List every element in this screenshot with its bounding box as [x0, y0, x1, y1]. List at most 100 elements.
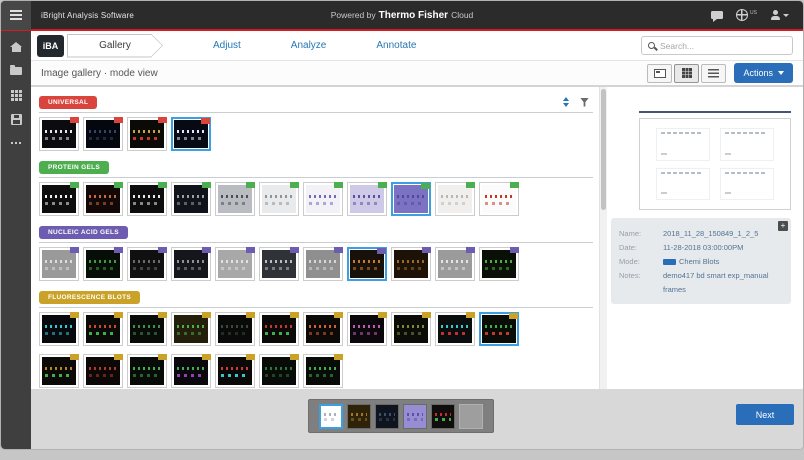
gel-image [42, 120, 76, 148]
list-view-icon [708, 69, 719, 78]
tab-annotate[interactable]: Annotate [376, 40, 416, 51]
gel-band [45, 367, 73, 370]
sidebar-item-save[interactable] [9, 113, 23, 125]
tab-analyze[interactable]: Analyze [291, 40, 327, 51]
actions-button[interactable]: Actions [734, 63, 793, 83]
gallery-thumbnail[interactable] [479, 182, 519, 216]
gallery-thumbnail[interactable] [347, 182, 387, 216]
powered-by: Powered by Thermo Fisher Cloud [331, 10, 474, 21]
gallery-thumbnail[interactable] [435, 247, 475, 281]
gel-band [177, 202, 205, 205]
gel-band [177, 374, 205, 377]
gallery-thumbnail[interactable] [347, 247, 387, 281]
gallery-scrollbar[interactable] [599, 87, 607, 389]
filmstrip-thumbnail[interactable] [375, 404, 399, 429]
search-input[interactable] [660, 41, 786, 51]
gallery-thumbnail[interactable] [127, 354, 167, 388]
gallery-thumbnail[interactable] [83, 117, 123, 151]
gallery-thumbnail[interactable] [215, 247, 255, 281]
gel-image [350, 315, 384, 343]
gallery-thumbnail[interactable] [215, 182, 255, 216]
thumbnail-row [39, 117, 593, 151]
gallery-thumbnail[interactable] [39, 182, 79, 216]
gallery-thumbnail[interactable] [391, 182, 431, 216]
gel-image [174, 120, 208, 148]
gel-band [45, 332, 73, 335]
app-logo[interactable]: iBA [37, 35, 64, 57]
gel-band [309, 202, 337, 205]
gallery-thumbnail[interactable] [303, 247, 343, 281]
gallery-thumbnail[interactable] [303, 312, 343, 346]
gallery-thumbnail[interactable] [171, 247, 211, 281]
gallery-thumbnail[interactable] [171, 182, 211, 216]
card-view-button[interactable] [647, 64, 672, 83]
gallery-thumbnail[interactable] [259, 182, 299, 216]
chat-icon[interactable] [711, 11, 723, 19]
gallery-thumbnail[interactable] [215, 312, 255, 346]
filter-icon[interactable] [580, 98, 589, 107]
gallery-thumbnail[interactable] [127, 117, 167, 151]
filmstrip-thumbnail[interactable] [319, 404, 343, 429]
save-icon [11, 114, 22, 125]
expand-metadata-button[interactable]: + [778, 221, 788, 231]
gel-image [86, 120, 120, 148]
gallery-thumbnail[interactable] [83, 247, 123, 281]
gallery-thumbnail[interactable] [83, 312, 123, 346]
filmstrip-thumbnail[interactable] [459, 404, 483, 429]
gallery-thumbnail[interactable] [83, 182, 123, 216]
tab-adjust[interactable]: Adjust [213, 40, 241, 51]
gallery-thumbnail[interactable] [39, 117, 79, 151]
gallery-thumbnail[interactable] [435, 312, 475, 346]
section-divider [39, 112, 593, 113]
gallery-thumbnail[interactable] [259, 247, 299, 281]
gel-band [353, 332, 381, 335]
tab-gallery[interactable]: Gallery [67, 34, 163, 58]
meta-row-notes: Notes: demo417 bd smart exp_manual frame… [619, 269, 781, 297]
gallery-thumbnail[interactable] [303, 182, 343, 216]
gallery-thumbnail[interactable] [39, 247, 79, 281]
gallery-thumbnail[interactable] [83, 354, 123, 388]
gel-band [221, 332, 249, 335]
gel-image [306, 250, 340, 278]
sidebar-item-home[interactable] [9, 41, 23, 53]
gallery-thumbnail[interactable] [391, 247, 431, 281]
gallery-thumbnail[interactable] [479, 247, 519, 281]
chemi-blot-icon [663, 259, 676, 265]
grid-view-button[interactable] [674, 64, 699, 83]
scrollbar-thumb[interactable] [601, 89, 606, 210]
gallery-thumbnail[interactable] [303, 354, 343, 388]
gallery-thumbnail[interactable] [259, 354, 299, 388]
gallery-thumbnail[interactable] [127, 247, 167, 281]
gallery-thumbnail[interactable] [171, 117, 211, 151]
sidebar-item-gallery[interactable] [9, 89, 23, 101]
filmstrip-thumbnail[interactable] [431, 404, 455, 429]
gallery-thumbnail[interactable] [171, 312, 211, 346]
gallery-thumbnail[interactable] [215, 354, 255, 388]
gallery-thumbnail[interactable] [39, 354, 79, 388]
grid-icon [11, 90, 14, 93]
gallery-thumbnail[interactable] [391, 312, 431, 346]
gallery-thumbnail[interactable] [39, 312, 79, 346]
hamburger-menu-button[interactable] [1, 0, 31, 30]
user-menu[interactable] [770, 10, 789, 20]
gallery-thumbnail[interactable] [347, 312, 387, 346]
sidebar-item-folders[interactable] [9, 65, 23, 77]
next-button[interactable]: Next [736, 404, 794, 425]
gallery-thumbnail[interactable] [479, 312, 519, 346]
list-view-button[interactable] [701, 64, 726, 83]
language-selector[interactable]: US [736, 9, 757, 21]
gallery-thumbnail[interactable] [259, 312, 299, 346]
filmstrip-thumbnail[interactable] [347, 404, 371, 429]
sidebar-item-more[interactable] [9, 137, 23, 149]
meta-row-mode: Mode: Chemi Blots [619, 255, 781, 269]
gallery-section-nucleic-acid-gels: NUCLEIC ACID GELS [39, 224, 593, 281]
sort-icon[interactable] [563, 97, 569, 107]
gallery-thumbnail[interactable] [127, 182, 167, 216]
gallery-thumbnail[interactable] [171, 354, 211, 388]
category-tag [70, 117, 79, 123]
gallery-thumbnail[interactable] [435, 182, 475, 216]
gallery-thumbnail[interactable] [127, 312, 167, 346]
gel-band [309, 267, 337, 270]
filmstrip-thumbnail[interactable] [403, 404, 427, 429]
gel-image [42, 315, 76, 343]
